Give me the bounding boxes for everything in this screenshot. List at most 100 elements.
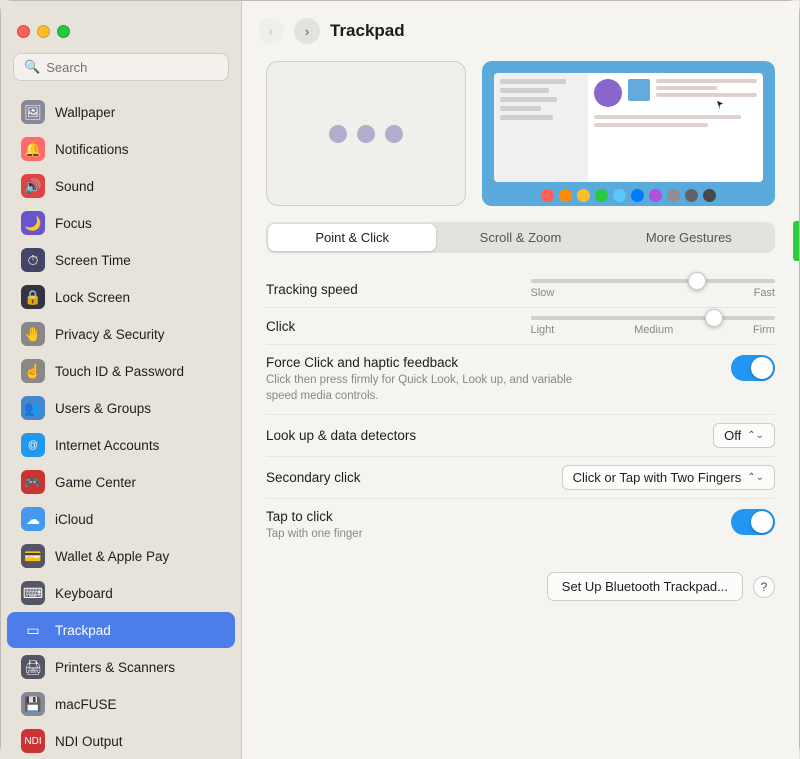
page-title: Trackpad [330, 21, 405, 41]
sidebar-label-users-groups: Users & Groups [55, 401, 151, 416]
force-click-label: Force Click and haptic feedback [266, 355, 731, 370]
macfuse-icon: 💾 [21, 692, 45, 716]
help-button[interactable]: ? [753, 576, 775, 598]
lookup-label: Look up & data detectors [266, 428, 713, 443]
maximize-button[interactable] [57, 25, 70, 38]
tab-scroll-zoom[interactable]: Scroll & Zoom [436, 224, 604, 251]
sidebar-item-game-center[interactable]: 🎮Game Center [7, 464, 235, 500]
sidebar-item-screen-time[interactable]: ⏱Screen Time [7, 242, 235, 278]
search-bar[interactable]: 🔍 [13, 53, 229, 81]
sidebar-list: 🖼Wallpaper 🔔 Notifications 🔊Sound🌙Focus⏱Scr… [1, 89, 241, 759]
screen-time-icon: ⏱ [21, 248, 45, 272]
sidebar-item-keyboard[interactable]: ⌨Keyboard [7, 575, 235, 611]
users-groups-icon: 👥 [21, 396, 45, 420]
sidebar-label-game-center: Game Center [55, 475, 136, 490]
secondary-click-row: Secondary click Click or Tap with Two Fi… [266, 457, 775, 499]
fast-label: Fast [754, 287, 775, 299]
forward-button[interactable]: › [294, 18, 320, 44]
sidebar-label-notifications: Notifications [55, 142, 129, 157]
trackpad-icon: ▭ [21, 618, 45, 642]
sidebar-label-wallpaper: Wallpaper [55, 105, 115, 120]
main-titlebar: ‹ › Trackpad [242, 1, 799, 53]
sidebar-item-ndi[interactable]: NDI NDI Output [7, 723, 235, 759]
sidebar-item-users-groups[interactable]: 👥 Users & Groups [7, 390, 235, 426]
notifications-icon: 🔔 [21, 137, 45, 161]
ndi-icon: NDI [21, 729, 45, 753]
back-button[interactable]: ‹ [258, 18, 284, 44]
sidebar-label-wallet: Wallet & Apple Pay [55, 549, 169, 564]
sound-icon: 🔊 [21, 174, 45, 198]
sidebar-label-lock-screen: Lock Screen [55, 290, 130, 305]
sidebar-item-privacy-security[interactable]: 🤚Privacy & Security [7, 316, 235, 352]
sidebar-item-touch-id[interactable]: ☝ Touch ID & Password [7, 353, 235, 389]
traffic-lights [17, 25, 70, 38]
main-panel: ‹ › Trackpad [242, 1, 799, 759]
search-input[interactable] [46, 60, 218, 75]
sidebar-item-internet-accounts[interactable]: @Internet Accounts [7, 427, 235, 463]
lookup-value: Off [724, 428, 741, 443]
screen-sidebar-preview [494, 73, 588, 182]
firm-label: Firm [753, 324, 775, 336]
sidebar-label-keyboard: Keyboard [55, 586, 113, 601]
titlebar [1, 1, 241, 53]
sidebar-label-ndi: NDI Output [55, 734, 123, 749]
icloud-icon: ☁ [21, 507, 45, 531]
color-swatch-0[interactable] [541, 189, 554, 202]
sidebar-item-trackpad[interactable]: ▭Trackpad [7, 612, 235, 648]
sidebar-item-focus[interactable]: 🌙Focus [7, 205, 235, 241]
tracking-speed-slider-container: Slow Fast [511, 279, 776, 299]
trackpad-preview [266, 61, 466, 206]
sidebar-item-sound[interactable]: 🔊Sound [7, 168, 235, 204]
color-swatch-7[interactable] [667, 189, 680, 202]
sidebar-item-printers[interactable]: 🖨Printers & Scanners [7, 649, 235, 685]
sidebar-label-touch-id: Touch ID & Password [55, 364, 184, 379]
sidebar-item-macfuse[interactable]: 💾macFUSE [7, 686, 235, 722]
force-click-toggle[interactable] [731, 355, 775, 381]
color-swatch-6[interactable] [649, 189, 662, 202]
sidebar-item-notifications[interactable]: 🔔 Notifications [7, 131, 235, 167]
tracking-speed-label: Tracking speed [266, 282, 511, 297]
trackpad-dot-1 [329, 125, 347, 143]
color-swatch-1[interactable] [559, 189, 572, 202]
secondary-click-dropdown[interactable]: Click or Tap with Two Fingers ⌃⌄ [562, 465, 775, 490]
sidebar-item-lock-screen[interactable]: 🔒Lock Screen [7, 279, 235, 315]
light-label: Light [531, 324, 555, 336]
tap-to-click-toggle[interactable] [731, 509, 775, 535]
force-click-sublabel: Click then press firmly for Quick Look, … [266, 372, 586, 404]
lookup-dropdown[interactable]: Off ⌃⌄ [713, 423, 775, 448]
tracking-speed-row: Tracking speed Slow Fast [266, 271, 775, 308]
click-track[interactable] [531, 316, 776, 320]
secondary-click-arrows-icon: ⌃⌄ [747, 472, 764, 483]
click-label: Click [266, 319, 511, 334]
close-button[interactable] [17, 25, 30, 38]
screen-preview [482, 61, 775, 206]
color-swatch-5[interactable] [631, 189, 644, 202]
sidebar-label-printers: Printers & Scanners [55, 660, 175, 675]
color-swatch-2[interactable] [577, 189, 590, 202]
tab-more-gestures[interactable]: More Gestures [605, 224, 773, 251]
tabs-bar: Point & Click Scroll & Zoom More Gesture… [266, 222, 775, 253]
minimize-button[interactable] [37, 25, 50, 38]
color-swatch-3[interactable] [595, 189, 608, 202]
sidebar-label-privacy-security: Privacy & Security [55, 327, 165, 342]
settings-section: Tracking speed Slow Fast Click [266, 271, 775, 552]
color-swatch-8[interactable] [685, 189, 698, 202]
trackpad-dots [329, 125, 403, 143]
tracking-speed-labels: Slow Fast [531, 287, 776, 299]
tab-point-click[interactable]: Point & Click [268, 224, 436, 251]
secondary-click-label: Secondary click [266, 470, 562, 485]
search-icon: 🔍 [24, 59, 40, 75]
secondary-click-value: Click or Tap with Two Fingers [573, 470, 742, 485]
sidebar-item-wallet[interactable]: 💳Wallet & Apple Pay [7, 538, 235, 574]
color-swatch-4[interactable] [613, 189, 626, 202]
notification-edge [793, 221, 799, 261]
setup-bluetooth-button[interactable]: Set Up Bluetooth Trackpad... [547, 572, 743, 601]
slow-label: Slow [531, 287, 555, 299]
color-swatch-9[interactable] [703, 189, 716, 202]
trackpad-dot-3 [385, 125, 403, 143]
lookup-arrows-icon: ⌃⌄ [747, 430, 764, 441]
sidebar-item-wallpaper[interactable]: 🖼Wallpaper [7, 94, 235, 130]
sidebar-item-icloud[interactable]: ☁iCloud [7, 501, 235, 537]
touch-id-icon: ☝ [21, 359, 45, 383]
tracking-speed-track[interactable] [531, 279, 776, 283]
